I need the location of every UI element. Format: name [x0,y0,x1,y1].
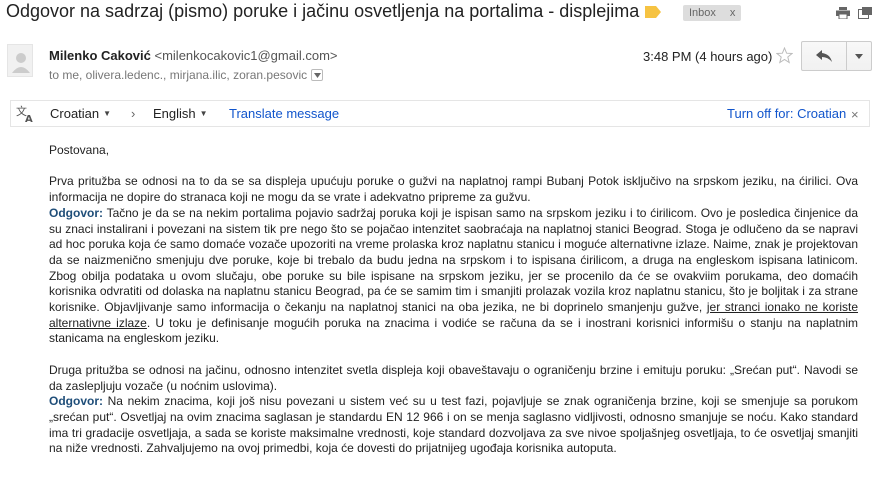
caret-down-icon: ▼ [199,109,208,118]
sender-line: Milenko Caković <milenkocakovic1@gmail.c… [49,48,338,63]
translate-arrow: › [131,106,136,121]
source-language-label: Croatian [50,106,100,121]
message-time: 3:48 PM (4 hours ago) [643,49,773,64]
complaint-1: Prva pritužba se odnosi na to da se sa d… [49,174,858,205]
label-tag-icon[interactable] [645,6,661,18]
translate-icon: 文 A [16,104,33,124]
answer-1: Odgovor: Tačno je da se na nekim portali… [49,206,858,347]
person-icon [12,53,30,73]
reply-button-group [801,41,872,71]
sender-name[interactable]: Milenko Caković [49,48,151,63]
subject-bar: Odgovor na sadrzaj (pismo) poruke i jači… [0,0,879,28]
target-language-label: English [153,106,196,121]
close-translate-bar-button[interactable]: × [851,107,859,122]
print-icon[interactable] [836,7,850,19]
message-body: Postovana, Prva pritužba se odnosi na to… [49,143,858,457]
reply-icon [816,50,832,62]
inbox-label-text: Inbox [689,7,716,19]
translate-message-link[interactable]: Translate message [229,106,339,121]
chevron-down-icon [855,53,863,59]
email-subject: Odgovor na sadrzaj (pismo) poruke i jači… [6,1,640,21]
answer-1-text: Tačno je da se na nekim portalima pojavi… [49,205,858,315]
answer-2: Odgovor: Na nekim znacima, koji još nisu… [49,394,858,457]
sender-avatar[interactable] [7,44,33,77]
svg-text:A: A [25,114,33,124]
greeting: Postovana, [49,143,110,157]
recipients-text: to me, olivera.ledenc., mirjana.ilic, zo… [49,68,308,82]
answer-1-text-end: . U toku je definisanje mogućih poruka n… [49,315,858,346]
remove-label-button[interactable]: x [730,7,736,19]
reply-button[interactable] [802,42,847,70]
inbox-label-chip[interactable]: Inbox x [683,5,742,21]
complaint-2: Druga pritužba se odnosi na jačinu, odno… [49,362,858,393]
answer-label: Odgovor: [49,205,103,220]
translate-bar: 文 A Croatian ▼ › English ▼ Translate mes… [10,100,870,127]
source-language-select[interactable]: Croatian ▼ [50,106,111,121]
caret-down-icon: ▼ [103,109,112,118]
new-window-icon[interactable] [858,7,872,19]
target-language-select[interactable]: English ▼ [153,106,208,121]
turn-off-translation-link[interactable]: Turn off for: Croatian [727,106,846,121]
answer-2-text: Na nekim znacima, koji još nisu povezani… [49,394,858,456]
sender-email: <milenkocakovic1@gmail.com> [154,48,338,63]
more-actions-button[interactable] [847,42,871,70]
chevron-down-icon [313,72,321,78]
star-icon[interactable] [776,47,793,64]
recipients-line: to me, olivera.ledenc., mirjana.ilic, zo… [49,68,324,82]
answer-label: Odgovor: [49,394,103,409]
show-details-button[interactable] [311,69,324,81]
